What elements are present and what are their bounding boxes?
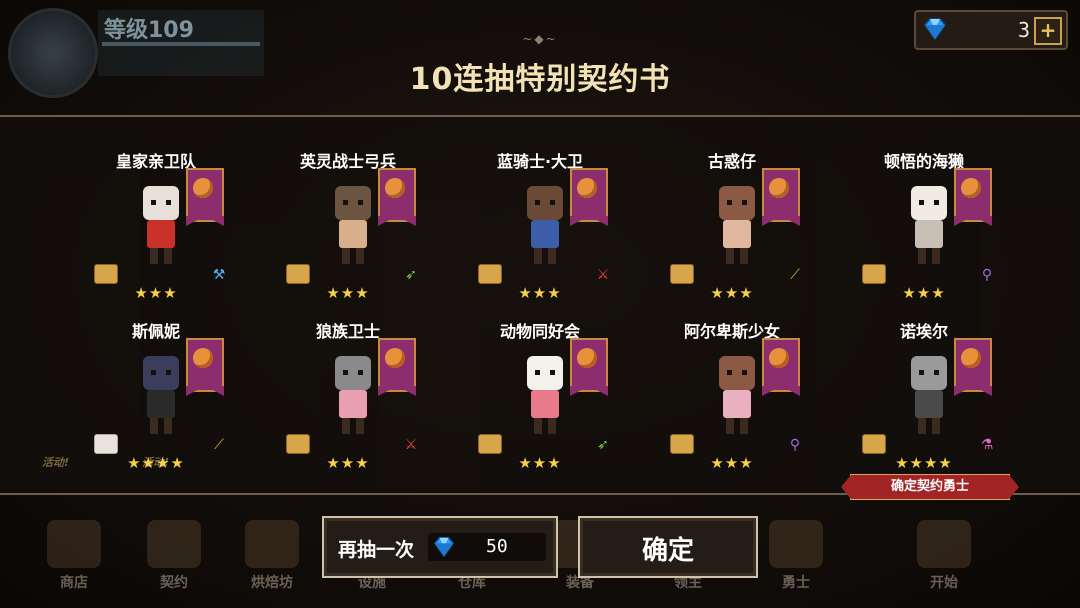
banner-notch <box>954 216 992 226</box>
hero-card[interactable]: 古惑仔 ⟋ ★★★ <box>636 118 828 302</box>
faction-banner <box>954 168 992 222</box>
faction-banner <box>954 338 992 392</box>
exp-bar <box>102 42 260 46</box>
hero-card[interactable]: 诺埃尔 ⚗ ★★★★ <box>828 288 1020 472</box>
star-rating: ★★★ <box>710 454 754 472</box>
contract-scroll-icon <box>862 434 886 454</box>
faction-banner <box>570 168 608 222</box>
faction-banner <box>378 338 416 392</box>
potion-icon: ⚗ <box>980 437 994 453</box>
contract-scroll-icon <box>670 264 694 284</box>
star-rating: ★★★★ <box>895 454 953 472</box>
nav-item[interactable]: 烘焙坊 <box>232 520 312 592</box>
nav-label: 契约 <box>160 575 188 591</box>
redraw-button[interactable]: 再抽一次 50 <box>322 516 558 578</box>
hero-sprite <box>527 186 563 264</box>
nav-label: 商店 <box>60 575 88 591</box>
hero-sprite <box>527 356 563 434</box>
nav-icon <box>245 520 299 568</box>
banner-notch <box>378 216 416 226</box>
banner-notch <box>378 386 416 396</box>
redraw-cost: 50 <box>428 533 546 561</box>
hero-card[interactable]: 蓝骑士·大卫 ⚔ ★★★ <box>444 118 636 302</box>
contract-scroll-icon <box>478 264 502 284</box>
hero-card[interactable]: 斯佩妮 ⟋ ★★★★ <box>60 288 252 472</box>
nav-item[interactable]: 开始 <box>904 520 984 592</box>
nav-item[interactable]: 勇士 <box>756 520 836 592</box>
nav-label: 勇士 <box>782 575 810 591</box>
faction-banner <box>762 168 800 222</box>
banner-notch <box>762 216 800 226</box>
star-rating: ★★★ <box>518 454 562 472</box>
gem-counter: 3 + <box>914 10 1068 50</box>
staff-icon: ⚲ <box>789 437 801 453</box>
nav-label: 开始 <box>930 575 958 591</box>
hero-sprite <box>143 186 179 264</box>
redraw-label: 再抽一次 <box>338 539 415 561</box>
staff-icon: ⚲ <box>981 267 993 283</box>
banner-notch <box>570 216 608 226</box>
faction-banner <box>378 168 416 222</box>
faction-banner <box>570 338 608 392</box>
sword-icon: ⚔ <box>596 267 610 283</box>
contract-scroll-icon <box>286 264 310 284</box>
contract-scroll-icon <box>94 264 118 284</box>
hero-sprite <box>335 186 371 264</box>
hero-card[interactable]: 皇家亲卫队 ⚒ ★★★ <box>60 118 252 302</box>
star-rating: ★★★ <box>326 454 370 472</box>
spear-icon: ⟋ <box>214 437 224 453</box>
hero-card[interactable]: 英灵战士弓兵 ➶ ★★★ <box>252 118 444 302</box>
gem-count: 3 <box>1017 18 1030 42</box>
nav-icon <box>917 520 971 568</box>
banner-notch <box>762 386 800 396</box>
hero-sprite <box>911 186 947 264</box>
hero-card[interactable]: 顿悟的海獭 ⚲ ★★★ <box>828 118 1020 302</box>
nav-label: 烘焙坊 <box>251 575 293 591</box>
hero-card[interactable]: 狼族卫士 ⚔ ★★★ <box>252 288 444 472</box>
nav-event-badge: 活动! <box>142 456 170 469</box>
hero-card[interactable]: 阿尔卑斯少女 ⚲ ★★★ <box>636 288 828 472</box>
bow-icon: ➶ <box>597 437 609 453</box>
nav-icon <box>147 520 201 568</box>
faction-banner <box>186 168 224 222</box>
nav-icon <box>47 520 101 568</box>
title-ornament: ~◆~ <box>522 32 558 46</box>
confirm-button[interactable]: 确定 <box>578 516 758 578</box>
nav-icon <box>769 520 823 568</box>
faction-banner <box>186 338 224 392</box>
hero-sprite <box>719 186 755 264</box>
spear-icon: ⟋ <box>790 267 800 283</box>
nav-item[interactable]: 契约 活动! <box>134 456 214 592</box>
contract-scroll-icon <box>478 434 502 454</box>
sword-icon: ⚔ <box>404 437 418 453</box>
page-title: 10连抽特别契约书 <box>409 62 671 97</box>
player-level: 等级109 <box>104 18 194 43</box>
hero-card[interactable]: 动物同好会 ➶ ★★★ <box>444 288 636 472</box>
banner-notch <box>570 386 608 396</box>
bow-icon: ➶ <box>405 267 417 283</box>
banner-notch <box>186 386 224 396</box>
hero-sprite <box>719 356 755 434</box>
banner-notch <box>186 216 224 226</box>
contract-scroll-icon <box>286 434 310 454</box>
diamond-icon <box>433 537 455 558</box>
contract-scroll-icon <box>862 264 886 284</box>
contract-scroll-icon <box>94 434 118 454</box>
redraw-cost-value: 50 <box>486 536 508 557</box>
nav-event-badge: 活动! <box>42 456 70 469</box>
add-gems-button[interactable]: + <box>1034 17 1062 45</box>
confirm-label: 确定 <box>641 536 694 566</box>
faction-banner <box>762 338 800 392</box>
axe-icon: ⚒ <box>212 267 226 283</box>
confirm-hero-badge: 确定契约勇士 <box>841 474 1019 500</box>
hero-sprite <box>911 356 947 434</box>
hero-sprite <box>143 356 179 434</box>
hero-sprite <box>335 356 371 434</box>
banner-notch <box>954 386 992 396</box>
diamond-icon <box>924 18 946 41</box>
nav-item[interactable]: 商店 活动! <box>34 456 114 592</box>
contract-scroll-icon <box>670 434 694 454</box>
